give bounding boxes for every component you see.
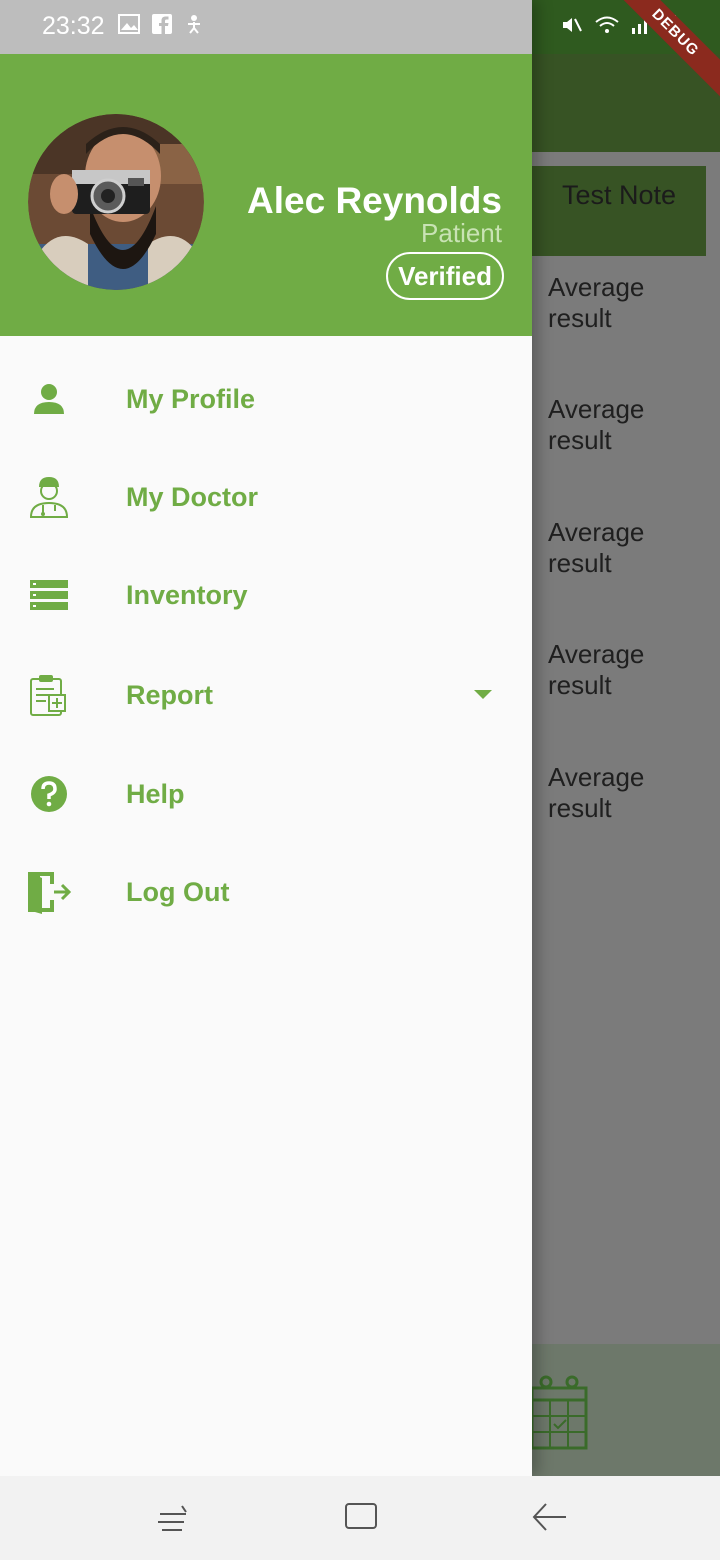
- chevron-down-icon[interactable]: [472, 688, 494, 702]
- result-item: Average result: [548, 639, 645, 700]
- gallery-icon: [118, 14, 140, 39]
- mute-icon: [560, 13, 584, 42]
- menu-item-log-out[interactable]: Log Out: [0, 847, 532, 937]
- system-navigation-bar: [0, 1476, 720, 1560]
- navigation-drawer[interactable]: 23:32 Alec Reynolds Patient Verified My …: [0, 0, 532, 1476]
- menu-item-help[interactable]: Help: [0, 749, 532, 839]
- menu-label: Report: [126, 679, 213, 710]
- menu-item-inventory[interactable]: Inventory: [0, 550, 532, 640]
- note-title: Test Note: [562, 180, 677, 210]
- menu-label: My Profile: [126, 383, 256, 414]
- back-icon[interactable]: [530, 1500, 568, 1539]
- verified-badge: Verified: [386, 252, 504, 300]
- facebook-icon: [152, 14, 172, 39]
- result-item: Average result: [548, 394, 645, 455]
- logout-door-icon: [26, 869, 72, 915]
- home-icon[interactable]: [344, 1502, 378, 1537]
- result-item: Average result: [548, 762, 645, 823]
- recent-apps-icon[interactable]: [156, 1500, 192, 1541]
- menu-item-report[interactable]: Report: [0, 650, 532, 740]
- person-icon: [26, 376, 72, 422]
- inventory-list-icon: [26, 572, 72, 618]
- user-role: Patient: [421, 218, 502, 248]
- doctor-icon: [26, 474, 72, 520]
- user-name: Alec Reynolds: [247, 180, 502, 221]
- avatar[interactable]: [28, 114, 204, 290]
- menu-label: Inventory: [126, 579, 248, 610]
- menu-label: My Doctor: [126, 481, 259, 512]
- help-circle-icon: [26, 771, 72, 817]
- result-item: Average result: [548, 272, 645, 333]
- status-notification-icons: [118, 14, 204, 39]
- menu-label: Log Out: [126, 876, 230, 907]
- calendar-icon: [530, 1372, 588, 1452]
- status-bar: 23:32: [0, 0, 532, 54]
- menu-label: Help: [126, 778, 185, 809]
- result-item: Average result: [548, 517, 645, 578]
- wifi-icon: [594, 14, 620, 41]
- menu-item-my-doctor[interactable]: My Doctor: [0, 452, 532, 542]
- accessibility-icon: [184, 14, 204, 39]
- menu-item-my-profile[interactable]: My Profile: [0, 354, 532, 444]
- clipboard-medical-icon: [26, 672, 72, 718]
- background-note-card: Test Note: [532, 166, 706, 256]
- status-time: 23:32: [42, 12, 105, 40]
